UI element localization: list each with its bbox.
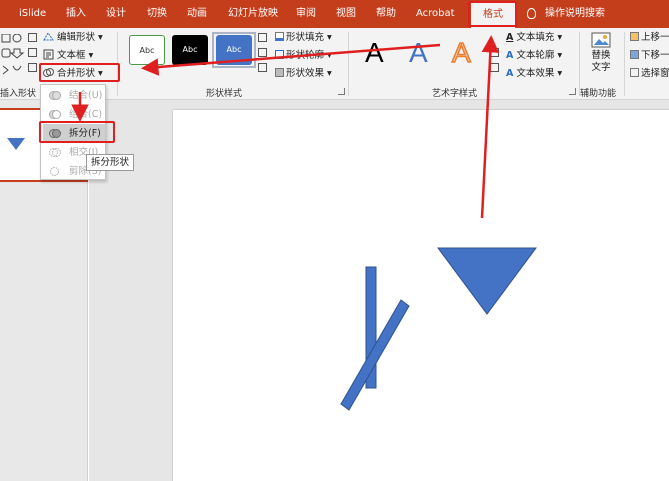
- annotation-arrows: [71, 35, 500, 219]
- arrow-to-merge-shapes: [141, 43, 441, 76]
- arrow-to-format-tab: [480, 35, 500, 219]
